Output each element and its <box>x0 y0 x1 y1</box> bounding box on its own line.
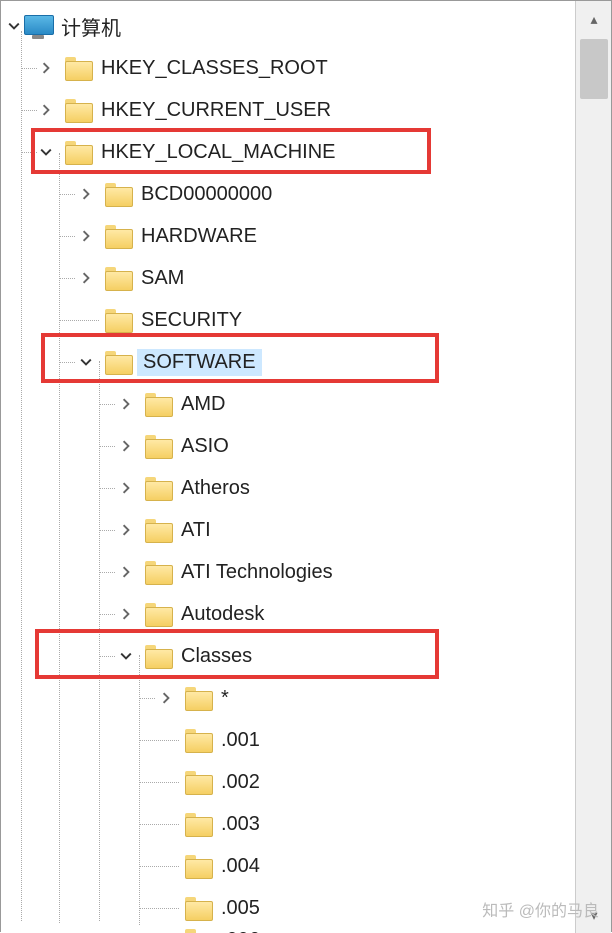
chevron-right-icon[interactable] <box>77 257 95 299</box>
chevron-down-icon[interactable] <box>5 5 23 47</box>
tree-item-label: SECURITY <box>133 309 242 332</box>
tree-item-label: .002 <box>213 771 260 794</box>
folder-icon <box>103 215 133 257</box>
chevron-right-icon[interactable] <box>77 173 95 215</box>
tree-item-006[interactable]: .006 <box>1 919 571 933</box>
chevron-right-icon[interactable] <box>77 215 95 257</box>
folder-icon <box>183 719 213 761</box>
folder-icon <box>143 593 173 635</box>
folder-icon <box>183 919 213 933</box>
expander-empty <box>157 803 175 845</box>
chevron-right-icon[interactable] <box>117 383 135 425</box>
tree-item-label: HKEY_CURRENT_USER <box>93 99 331 122</box>
folder-icon <box>143 467 173 509</box>
chevron-right-icon[interactable] <box>37 89 55 131</box>
tree-item-bcd[interactable]: BCD00000000 <box>1 173 571 215</box>
computer-icon <box>23 5 53 47</box>
folder-icon <box>143 383 173 425</box>
folder-icon <box>143 425 173 467</box>
tree-item-sam[interactable]: SAM <box>1 257 571 299</box>
folder-icon <box>63 89 93 131</box>
folder-icon <box>143 551 173 593</box>
chevron-right-icon[interactable] <box>157 677 175 719</box>
tree-item-autodesk[interactable]: Autodesk <box>1 593 571 635</box>
tree-item-label: 计算机 <box>53 12 121 41</box>
tree-item-label: .001 <box>213 729 260 752</box>
expander-empty <box>157 761 175 803</box>
tree-item-atheros[interactable]: Atheros <box>1 467 571 509</box>
tree-item-amd[interactable]: AMD <box>1 383 571 425</box>
folder-icon <box>183 845 213 887</box>
scroll-up-icon[interactable]: ▴ <box>576 1 612 37</box>
folder-icon <box>103 299 133 341</box>
folder-icon <box>143 635 173 677</box>
tree-item-classes[interactable]: Classes <box>1 635 571 677</box>
tree-pane: 计算机 HKEY_CLASSES_ROOT HKEY_CURRENT_USER … <box>1 1 577 933</box>
tree-item-label: ATI <box>173 519 211 542</box>
tree-item-label: Autodesk <box>173 603 264 626</box>
chevron-right-icon[interactable] <box>117 425 135 467</box>
folder-icon <box>183 677 213 719</box>
tree-item-label: ATI Technologies <box>173 561 333 584</box>
folder-icon <box>103 257 133 299</box>
tree-item-label: HKEY_LOCAL_MACHINE <box>93 141 336 164</box>
chevron-down-icon[interactable] <box>77 341 95 383</box>
tree-item-hkcr[interactable]: HKEY_CLASSES_ROOT <box>1 47 571 89</box>
expander-empty <box>157 719 175 761</box>
tree-item-label: AMD <box>173 393 225 416</box>
tree-item-004[interactable]: .004 <box>1 845 571 887</box>
folder-icon <box>103 341 133 383</box>
tree-item-ati-tech[interactable]: ATI Technologies <box>1 551 571 593</box>
folder-icon <box>103 173 133 215</box>
tree-item-001[interactable]: .001 <box>1 719 571 761</box>
chevron-right-icon[interactable] <box>117 551 135 593</box>
tree-item-002[interactable]: .002 <box>1 761 571 803</box>
tree-item-label: HKEY_CLASSES_ROOT <box>93 57 328 80</box>
tree-item-hklm[interactable]: HKEY_LOCAL_MACHINE <box>1 131 571 173</box>
tree-item-label: BCD00000000 <box>133 183 272 206</box>
chevron-right-icon[interactable] <box>117 509 135 551</box>
tree-item-star[interactable]: * <box>1 677 571 719</box>
tree-item-label: .006 <box>213 929 260 933</box>
tree-item-hkcu[interactable]: HKEY_CURRENT_USER <box>1 89 571 131</box>
tree-item-label: SOFTWARE <box>137 349 262 376</box>
tree-item-003[interactable]: .003 <box>1 803 571 845</box>
tree-item-label: .005 <box>213 897 260 920</box>
tree-item-security[interactable]: SECURITY <box>1 299 571 341</box>
tree-item-computer[interactable]: 计算机 <box>1 5 571 47</box>
vertical-scrollbar[interactable]: ▴ ▾ <box>575 1 611 933</box>
expander-empty <box>157 845 175 887</box>
chevron-right-icon[interactable] <box>37 47 55 89</box>
tree-item-label: HARDWARE <box>133 225 257 248</box>
tree-item-label: Classes <box>173 645 252 668</box>
chevron-down-icon[interactable] <box>117 635 135 677</box>
folder-icon <box>63 131 93 173</box>
tree-item-label: * <box>213 687 229 710</box>
tree-item-label: .003 <box>213 813 260 836</box>
chevron-right-icon[interactable] <box>117 467 135 509</box>
tree-item-asio[interactable]: ASIO <box>1 425 571 467</box>
folder-icon <box>183 761 213 803</box>
expander-empty <box>157 919 175 933</box>
folder-icon <box>143 509 173 551</box>
chevron-down-icon[interactable] <box>37 131 55 173</box>
expander-empty <box>77 299 95 341</box>
tree-item-software[interactable]: SOFTWARE <box>1 341 571 383</box>
folder-icon <box>63 47 93 89</box>
chevron-right-icon[interactable] <box>117 593 135 635</box>
tree-item-hardware[interactable]: HARDWARE <box>1 215 571 257</box>
tree-item-label: ASIO <box>173 435 229 458</box>
tree-item-label: SAM <box>133 267 184 290</box>
scroll-down-icon[interactable]: ▾ <box>576 897 612 933</box>
scrollbar-thumb[interactable] <box>580 39 608 99</box>
tree-item-ati[interactable]: ATI <box>1 509 571 551</box>
tree-item-label: .004 <box>213 855 260 878</box>
tree-item-label: Atheros <box>173 477 250 500</box>
folder-icon <box>183 803 213 845</box>
